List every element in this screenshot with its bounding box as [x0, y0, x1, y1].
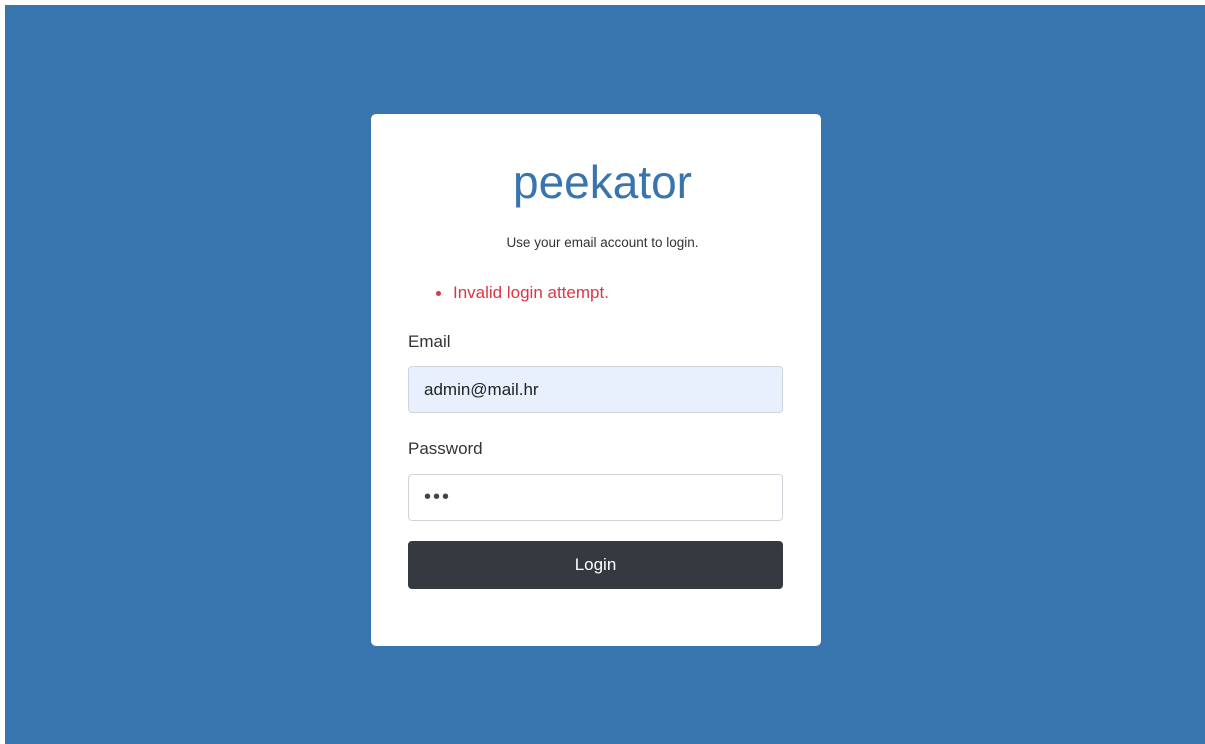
bullet-icon: [436, 290, 441, 296]
password-label: Password: [408, 439, 483, 458]
password-field[interactable]: [408, 474, 783, 521]
email-field[interactable]: [408, 366, 783, 413]
login-instructions: Use your email account to login.: [506, 235, 699, 250]
error-message: Invalid login attempt.: [436, 281, 609, 305]
login-button[interactable]: Login: [408, 541, 783, 589]
error-text: Invalid login attempt.: [453, 283, 609, 302]
app-title: peekator: [512, 156, 692, 208]
validation-summary: Invalid login attempt.: [436, 281, 609, 305]
email-label: Email: [408, 332, 451, 351]
